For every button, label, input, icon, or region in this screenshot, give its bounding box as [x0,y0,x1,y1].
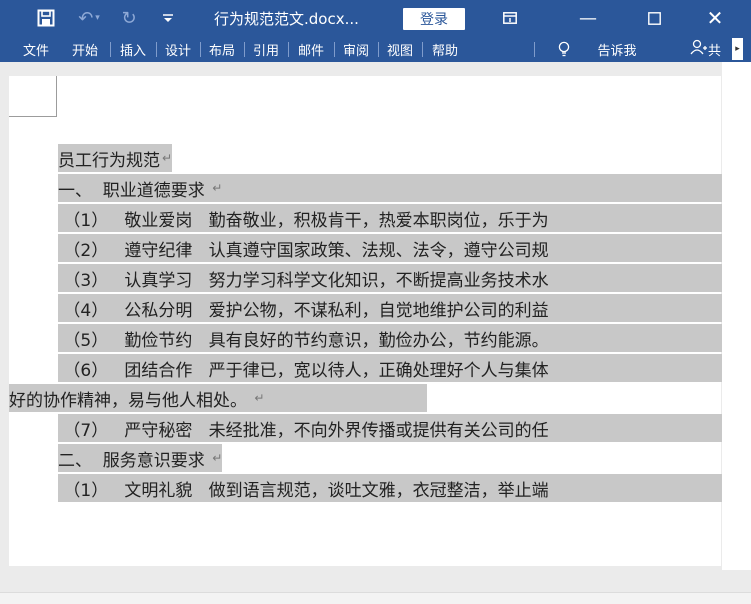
ribbon-display-options-icon[interactable] [490,0,530,36]
doc-line[interactable]: （1） 敬业爱岗 勤奋敬业，积极肯干，热爱本职岗位，乐于为 [58,203,722,233]
tab-separator [200,42,201,57]
doc-line[interactable]: （7） 严守秘密 未经批准，不向外界传播或提供有关公司的任 [58,413,722,443]
doc-line[interactable]: 一、 职业道德要求 ↵ [58,173,722,203]
tab-mailings[interactable]: 邮件 [290,36,332,62]
line-text: （4） 公私分明 爱护公物，不谋私利，自觉地维护公司的利益 [58,300,549,321]
doc-line[interactable]: 二、 服务意识要求 ↵ [58,443,223,473]
tab-separator [378,42,379,57]
lightbulb-icon[interactable] [555,36,573,62]
vertical-scrollbar[interactable] [722,62,751,570]
tab-layout[interactable]: 布局 [202,36,242,62]
tab-references[interactable]: 引用 [246,36,286,62]
ribbon-tabs: 文件 开始 插入 设计 布局 引用 邮件 审阅 视图 帮助 告诉我 共 ▸ [0,36,751,62]
tab-help[interactable]: 帮助 [424,36,466,62]
login-button[interactable]: 登录 [403,8,465,30]
tell-me-search[interactable]: 告诉我 [592,36,642,62]
doc-line[interactable]: 员工行为规范 ↵ [58,143,173,173]
close-icon[interactable]: ✕ [690,0,740,36]
paragraph-mark: ↵ [162,151,173,165]
paragraph-mark: ↵ [254,391,265,405]
tab-file[interactable]: 文件 [16,36,56,62]
share-label: 共 [708,43,722,59]
share-button[interactable]: 共 [690,36,730,62]
line-text: 员工行为规范 [58,150,160,171]
title-bar: ↶▾ ↻ 行为规范范文.docx... 登录 — ✕ 文件 开始 插入 设计 [0,0,751,62]
tab-home[interactable]: 开始 [62,36,108,62]
word-window: ↶▾ ↻ 行为规范范文.docx... 登录 — ✕ 文件 开始 插入 设计 [0,0,751,604]
save-icon[interactable] [34,0,58,36]
status-bar [0,592,751,604]
maximize-icon[interactable] [634,0,674,36]
line-text: 一、 职业道德要求 [58,180,211,201]
doc-line[interactable]: （1） 文明礼貌 做到语言规范，谈吐文雅，衣冠整洁，举止端 [58,473,722,503]
line-text: 好的协作精神，易与他人相处。 [9,390,253,411]
tab-separator [422,42,423,57]
redo-icon[interactable]: ↻ [118,0,140,36]
tab-view[interactable]: 视图 [380,36,420,62]
line-text: （1） 敬业爱岗 勤奋敬业，积极肯干，热爱本职岗位，乐于为 [58,210,549,231]
page-margin-corner [9,76,57,117]
doc-line[interactable]: （6） 团结合作 严于律已，宽以待人，正确处理好个人与集体 [58,353,722,383]
tab-separator [156,42,157,57]
doc-line[interactable]: （4） 公私分明 爱护公物，不谋私利，自觉地维护公司的利益 [58,293,722,323]
line-text: （5） 勤俭节约 具有良好的节约意识，勤俭办公，节约能源。 [58,330,549,351]
doc-line[interactable]: （3） 认真学习 努力学习科学文化知识，不断提高业务技术水 [58,263,722,293]
minimize-icon[interactable]: — [568,0,608,36]
tab-review[interactable]: 审阅 [336,36,376,62]
line-text: （3） 认真学习 努力学习科学文化知识，不断提高业务技术水 [58,270,549,291]
line-text: （2） 遵守纪律 认真遵守国家政策、法规、法令，遵守公司规 [58,240,549,261]
share-person-icon [690,39,708,59]
paragraph-mark: ↵ [212,451,223,465]
tab-insert[interactable]: 插入 [112,36,154,62]
line-text: （1） 文明礼貌 做到语言规范，谈吐文雅，衣冠整洁，举止端 [58,480,549,501]
tab-separator [334,42,335,57]
doc-line[interactable]: （5） 勤俭节约 具有良好的节约意识，勤俭办公，节约能源。 [58,323,722,353]
customize-quick-access-icon[interactable] [158,0,178,36]
line-text: （7） 严守秘密 未经批准，不向外界传播或提供有关公司的任 [58,420,549,441]
tab-separator [534,42,535,57]
paragraph-mark: ↵ [212,181,223,195]
quick-access-toolbar: ↶ ▾ ↻ 行为规范范文.docx... 登录 — ✕ [0,0,751,36]
line-text: （6） 团结合作 严于律已，宽以待人，正确处理好个人与集体 [58,360,549,381]
line-text: 二、 服务意识要求 [58,450,211,471]
ribbon-scroll-right-icon[interactable]: ▸ [732,38,743,60]
undo-icon[interactable]: ↶ ▾ [74,0,104,36]
document-title: 行为规范范文.docx... [214,9,359,28]
doc-line[interactable]: （2） 遵守纪律 认真遵守国家政策、法规、法令，遵守公司规 [58,233,722,263]
tab-separator [244,42,245,57]
tab-separator [288,42,289,57]
doc-line[interactable]: 好的协作精神，易与他人相处。 ↵ [9,383,427,413]
tab-design[interactable]: 设计 [158,36,198,62]
tab-separator [110,42,111,57]
